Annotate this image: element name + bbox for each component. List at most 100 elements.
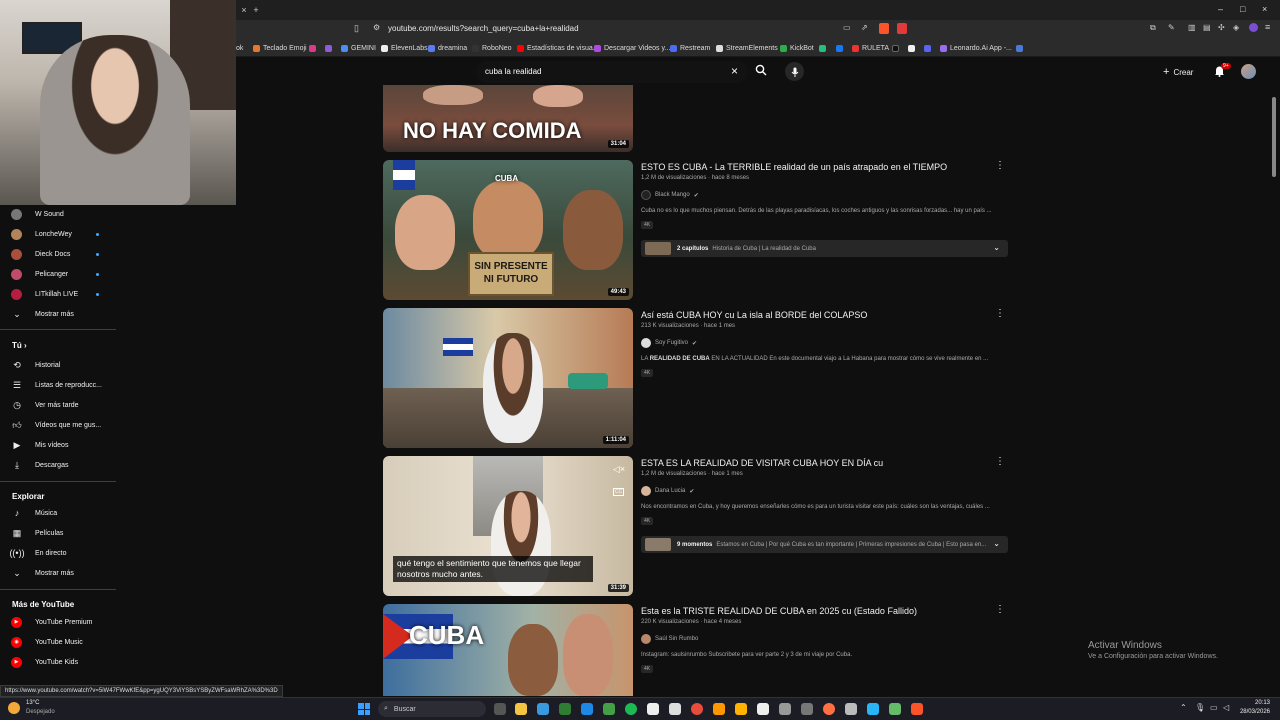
sidebar-subscription[interactable]: Pelicanger	[0, 265, 116, 283]
sidebar-item-youtube-premium[interactable]: ▶ YouTube Premium	[0, 613, 116, 631]
channel-link[interactable]: Black Mango ✔	[641, 190, 699, 200]
bookmark-item[interactable]: Descargar Videos y...	[594, 42, 670, 54]
sidebar-subscription[interactable]: Dieck Docs	[0, 245, 116, 263]
sidebar-item-live[interactable]: ((•)) En directo	[0, 544, 116, 562]
app-icon[interactable]	[559, 703, 571, 715]
sidebar-item-downloads[interactable]: ⤓ Descargas	[0, 456, 116, 474]
app-icon[interactable]	[867, 703, 879, 715]
bookmark-item[interactable]: Leonardo.Ai App -...	[940, 42, 1012, 54]
microphone-icon[interactable]: 🎙︎	[1195, 703, 1205, 712]
sidebar-subscription[interactable]: W Sound	[0, 205, 116, 223]
captions-icon[interactable]: CC	[613, 488, 625, 496]
bookmark-item[interactable]: Teclado Emoji	[253, 42, 307, 54]
puzzle-icon[interactable]: ✣	[1218, 23, 1225, 32]
extension-icon[interactable]: ⧉	[1150, 23, 1156, 33]
volume-icon[interactable]: ◁	[1223, 703, 1229, 712]
task-view-icon[interactable]	[494, 703, 506, 715]
bookmark-item[interactable]	[924, 42, 931, 54]
app-icon[interactable]	[713, 703, 725, 715]
bookmark-item[interactable]	[908, 42, 915, 54]
scrollbar[interactable]	[1272, 97, 1276, 177]
sidebar-item-youtube-kids[interactable]: ▶ YouTube Kids	[0, 653, 116, 671]
app-icon[interactable]	[889, 703, 901, 715]
sidebar-item-movies[interactable]: ▦ Películas	[0, 524, 116, 542]
video-thumbnail[interactable]: CUBA SIN PRESENTE NI FUTURO 49:43	[383, 160, 633, 300]
new-tab-button[interactable]: +	[248, 2, 264, 18]
taskbar-search[interactable]: ⌕ Buscar	[378, 701, 486, 717]
sidebar-item-liked[interactable]: 👍︎ Vídeos que me gus...	[0, 416, 116, 434]
more-options-icon[interactable]: ⋮	[995, 604, 1005, 615]
bookmark-item[interactable]	[836, 42, 843, 54]
bookmark-item[interactable]: RoboNeo	[472, 42, 512, 54]
minimize-button[interactable]: –	[1218, 4, 1223, 14]
maximize-button[interactable]: □	[1240, 4, 1245, 14]
bookmark-item[interactable]: ElevenLabs	[381, 42, 428, 54]
more-options-icon[interactable]: ⋮	[995, 456, 1005, 467]
bookmark-item[interactable]: StreamElements	[716, 42, 778, 54]
cast-icon[interactable]: ▭	[843, 23, 851, 32]
sidebar-subscription[interactable]: LoncheWey	[0, 225, 116, 243]
app-icon[interactable]	[647, 703, 659, 715]
bookmark-star-icon[interactable]: ▯	[354, 23, 359, 34]
mute-icon[interactable]: ◁×	[613, 464, 625, 475]
channel-link[interactable]: Dana Lucia ✔	[641, 486, 694, 496]
bookmark-item[interactable]: Restream	[670, 42, 710, 54]
sidebar-item-playlists[interactable]: ☰ Listas de reproducc...	[0, 376, 116, 394]
video-title[interactable]: Esta es la TRISTE REALIDAD DE CUBA en 20…	[641, 606, 917, 616]
you-heading[interactable]: Tú ›	[12, 341, 27, 350]
bookmark-item[interactable]: Estadísticas de visua...	[517, 42, 599, 54]
bookmark-item[interactable]: RULETA	[852, 42, 889, 54]
brave-shield-icon[interactable]	[879, 23, 889, 34]
app-icon[interactable]	[801, 703, 813, 715]
vpn-icon[interactable]: ◈	[1233, 23, 1239, 32]
voice-search-button[interactable]	[785, 62, 804, 81]
app-icon[interactable]	[669, 703, 681, 715]
file-explorer-icon[interactable]	[515, 703, 527, 715]
brave-icon[interactable]	[911, 703, 923, 715]
url-field[interactable]: youtube.com/results?search_query=cuba+la…	[388, 24, 579, 33]
clear-search-icon[interactable]: ×	[731, 64, 738, 78]
sidebar-item-youtube-music[interactable]: ◉ YouTube Music	[0, 633, 116, 651]
sidebar-subscription[interactable]: LITkillah LIVE	[0, 285, 116, 303]
bookmark-item[interactable]	[892, 42, 899, 54]
search-box[interactable]: cuba la realidad ×	[476, 61, 748, 83]
chapters-bar[interactable]: 2 capítulos Historia de Cuba | La realida…	[641, 240, 1008, 257]
sidebar-show-more[interactable]: ⌄ Mostrar más	[0, 305, 116, 323]
search-input[interactable]: cuba la realidad	[485, 67, 541, 76]
taskbar-time[interactable]: 20:13	[1240, 700, 1270, 706]
app-icon[interactable]	[581, 703, 593, 715]
windows-start-icon[interactable]	[358, 703, 370, 715]
sidebar-item-my-videos[interactable]: ▶ Mis vídeos	[0, 436, 116, 454]
search-icon[interactable]	[755, 64, 767, 79]
bookmark-fragment[interactable]: ok	[236, 42, 243, 54]
app-icon[interactable]	[603, 703, 615, 715]
account-avatar[interactable]	[1241, 64, 1256, 79]
app-icon[interactable]	[537, 703, 549, 715]
create-button[interactable]: + Crear	[1163, 63, 1203, 81]
close-window-button[interactable]: ×	[1262, 4, 1267, 14]
profile-icon[interactable]	[1249, 23, 1258, 32]
app-icon[interactable]	[779, 703, 791, 715]
sidebar-item-history[interactable]: ⟲ Historial	[0, 356, 116, 374]
video-title[interactable]: ESTO ES CUBA - La TERRIBLE realidad de u…	[641, 162, 947, 172]
app-icon[interactable]	[757, 703, 769, 715]
video-thumbnail[interactable]: 1:11:04	[383, 308, 633, 448]
sidebar-explore-show-more[interactable]: ⌄ Mostrar más	[0, 564, 116, 582]
network-icon[interactable]: ▭	[1210, 703, 1218, 712]
bookmark-item[interactable]	[819, 42, 826, 54]
app-icon[interactable]	[845, 703, 857, 715]
video-preview[interactable]: ◁× CC qué tengo el sentimiento que tenem…	[383, 456, 633, 596]
chevron-down-icon[interactable]: ⌄	[993, 539, 1000, 548]
sidebar-item-watch-later[interactable]: ◷ Ver más tarde	[0, 396, 116, 414]
sidebar-item-music[interactable]: ♪ Música	[0, 504, 116, 522]
video-title[interactable]: ESTA ES LA REALIDAD DE VISITAR CUBA HOY …	[641, 458, 883, 468]
chevron-down-icon[interactable]: ⌄	[993, 243, 1000, 252]
channel-link[interactable]: Soy Fugitivo ✔	[641, 338, 697, 348]
bookmark-item[interactable]: GEMINI	[341, 42, 376, 54]
app-icon[interactable]	[735, 703, 747, 715]
sidebar-toggle-icon[interactable]: ▥	[1188, 23, 1196, 32]
brave-rewards-icon[interactable]	[897, 23, 907, 34]
share-icon[interactable]: ⇗	[861, 23, 868, 32]
taskbar-date[interactable]: 28/03/2026	[1234, 709, 1270, 715]
site-info-icon[interactable]: ⚙	[373, 23, 380, 32]
